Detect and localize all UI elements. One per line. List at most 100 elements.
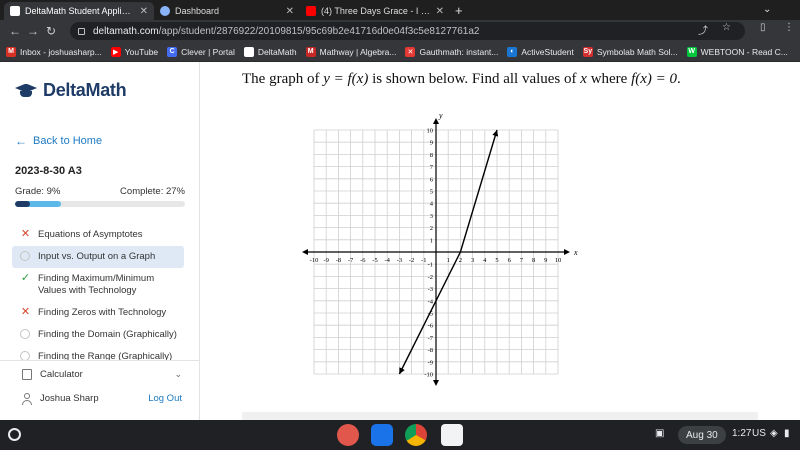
webtoon-icon: W xyxy=(686,46,697,57)
x-tick-label: 3 xyxy=(471,257,474,264)
user-row: Joshua Sharp Log Out xyxy=(22,393,182,405)
date-text: Aug 30 xyxy=(686,429,718,441)
grade-progress-fill xyxy=(15,201,31,207)
share-icon[interactable]: ⤴ xyxy=(698,22,708,37)
x-tick-label: -6 xyxy=(360,257,366,264)
close-tab-icon[interactable]: ✕ xyxy=(286,6,294,17)
y-tick-label: -8 xyxy=(428,347,433,354)
date-pill[interactable]: Aug 30 xyxy=(678,426,726,444)
x-tick-label: -1 xyxy=(421,257,426,264)
close-tab-icon[interactable]: ✕ xyxy=(140,6,148,17)
calculator-toggle[interactable]: Calculator ⌄ xyxy=(22,369,182,380)
bookmark-deltamath[interactable]: DeltaMath xyxy=(243,46,297,57)
menu-icon[interactable]: ⋮ xyxy=(784,22,794,33)
bookmark-symbolab[interactable]: Sy Symbolab Math Sol... xyxy=(582,46,678,57)
chevron-down-icon[interactable]: ⌄ xyxy=(174,369,182,380)
skill-item[interactable]: ✕ Finding Zeros with Technology xyxy=(12,302,184,324)
question-suffix: . xyxy=(677,71,681,87)
axes xyxy=(302,118,570,386)
tick-labels: x y -10 -9 -8 -7 -6 -5 -4 -3 -2 -1 1 2 3 4 5 6 7 8 9 10 10 9 8 7 6… xyxy=(310,111,578,379)
bookmark-label: Gauthmath: instant... xyxy=(419,46,499,57)
battery-icon[interactable]: ▮ xyxy=(784,428,790,439)
launcher-icon[interactable] xyxy=(8,428,21,441)
tab-deltamath[interactable]: DeltaMath Student Application ✕ xyxy=(4,2,154,20)
main-content: The graph of y = f(x) is shown below. Fi… xyxy=(200,62,800,420)
chrome-icon[interactable] xyxy=(405,424,427,446)
skill-item[interactable]: Finding the Domain (Graphically) xyxy=(12,324,184,346)
tab-search-icon[interactable]: ⌄ xyxy=(763,4,771,15)
bookmark-webtoon[interactable]: W WEBTOON - Read C... xyxy=(686,46,788,57)
locale[interactable]: US xyxy=(752,428,766,439)
bookmark-gauthmath[interactable]: ✕ Gauthmath: instant... xyxy=(405,46,499,57)
bookmark-gmail[interactable]: M Inbox - joshuasharp... xyxy=(6,46,102,57)
user-name: Joshua Sharp xyxy=(40,393,99,404)
y-tick-label: 5 xyxy=(430,189,433,196)
x-tick-label: 7 xyxy=(520,257,524,264)
question-text: The graph of y = f(x) is shown below. Fi… xyxy=(242,71,681,88)
calculator-label: Calculator xyxy=(40,369,83,380)
activestudent-icon: ◐ xyxy=(507,46,518,57)
bookmark-youtube[interactable]: ▶ YouTube xyxy=(110,46,158,57)
deltamath-icon xyxy=(243,46,254,57)
url-path: /app/student/2876922/20109815/95c69b2e41… xyxy=(158,25,480,37)
user-icon xyxy=(22,393,32,405)
skill-label: Finding Zeros with Technology xyxy=(38,307,167,318)
bookmark-star-icon[interactable]: ☆ xyxy=(722,22,731,33)
side-panel-icon[interactable]: ▯ xyxy=(760,22,766,33)
address-bar[interactable]: deltamath.com/app/student/2876922/201098… xyxy=(70,22,745,40)
new-tab-button[interactable]: + xyxy=(455,3,463,18)
x-axis-arrow-left xyxy=(302,249,308,255)
x-tick-label: 10 xyxy=(555,257,562,264)
app-icon-notes[interactable] xyxy=(441,424,463,446)
bookmark-label: Inbox - joshuasharp... xyxy=(20,46,102,57)
back-icon[interactable]: ← xyxy=(6,24,24,38)
bookmarks-bar: M Inbox - joshuasharp... ▶ YouTube C Clever |… xyxy=(0,42,800,62)
symbolab-icon: Sy xyxy=(582,46,593,57)
deltamath-logo[interactable]: DeltaMath xyxy=(15,80,127,101)
deltamath-favicon-icon xyxy=(10,6,20,16)
wifi-icon[interactable]: ◈ xyxy=(770,428,778,439)
y-tick-label: 3 xyxy=(430,213,433,220)
forward-icon[interactable]: → xyxy=(24,24,42,38)
youtube-icon: ▶ xyxy=(110,46,121,57)
y-tick-label: 10 xyxy=(427,128,434,135)
y-tick-label: -4 xyxy=(428,298,434,305)
mathway-icon: M xyxy=(305,46,316,57)
bookmark-label: ActiveStudent xyxy=(521,46,574,57)
dashboard-favicon-icon xyxy=(160,6,170,16)
taskbar: ▣ Aug 30 1:27 US ◈ ▮ xyxy=(0,420,800,450)
sidebar-footer: Calculator ⌄ Joshua Sharp Log Out xyxy=(0,360,200,405)
app-icon-red[interactable] xyxy=(337,424,359,446)
progress-bar xyxy=(15,201,185,207)
x-tick-label: 8 xyxy=(532,257,535,264)
back-to-home-link[interactable]: ← Back to Home xyxy=(15,134,102,148)
graduation-cap-icon xyxy=(15,83,37,98)
y-tick-label: -10 xyxy=(424,372,433,379)
bookmark-mathway[interactable]: M Mathway | Algebra... xyxy=(305,46,396,57)
skill-item[interactable]: ✓ Finding Maximum/Minimum Values with Tec… xyxy=(12,268,184,302)
x-tick-label: 9 xyxy=(544,257,547,264)
logout-link[interactable]: Log Out xyxy=(148,393,182,404)
app-icon-classroom[interactable] xyxy=(371,424,393,446)
x-axis-label: x xyxy=(573,248,578,257)
complete-label: Complete: 27% xyxy=(120,186,185,197)
clock[interactable]: 1:27 xyxy=(732,428,751,439)
x-tick-label: -10 xyxy=(310,257,319,264)
screenshot-icon[interactable]: ▣ xyxy=(655,428,664,439)
back-to-home-label: Back to Home xyxy=(33,135,103,147)
tab-dashboard[interactable]: Dashboard ✕ xyxy=(154,2,300,20)
close-tab-icon[interactable]: ✕ xyxy=(436,6,444,17)
x-tick-label: 2 xyxy=(459,257,462,264)
skill-item[interactable]: ✕ Equations of Asymptotes xyxy=(12,224,184,246)
tab-youtube[interactable]: (4) Three Days Grace - I Hate ✕ xyxy=(300,2,450,20)
skill-item[interactable]: Input vs. Output on a Graph xyxy=(12,246,184,268)
question-variable: x xyxy=(580,71,587,87)
calculator-icon xyxy=(22,369,32,380)
tab-title: DeltaMath Student Application xyxy=(25,6,146,16)
y-axis-label: y xyxy=(438,111,443,120)
bookmark-activestudent[interactable]: ◐ ActiveStudent xyxy=(507,46,574,57)
function-graph: x y -10 -9 -8 -7 -6 -5 -4 -3 -2 -1 1 2 3 4 5 6 7 8 9 10 10 9 8 7 6… xyxy=(302,111,578,386)
reload-icon[interactable]: ↻ xyxy=(42,24,60,38)
bookmark-clever[interactable]: C Clever | Portal xyxy=(167,46,235,57)
y-tick-label: 8 xyxy=(430,152,433,159)
